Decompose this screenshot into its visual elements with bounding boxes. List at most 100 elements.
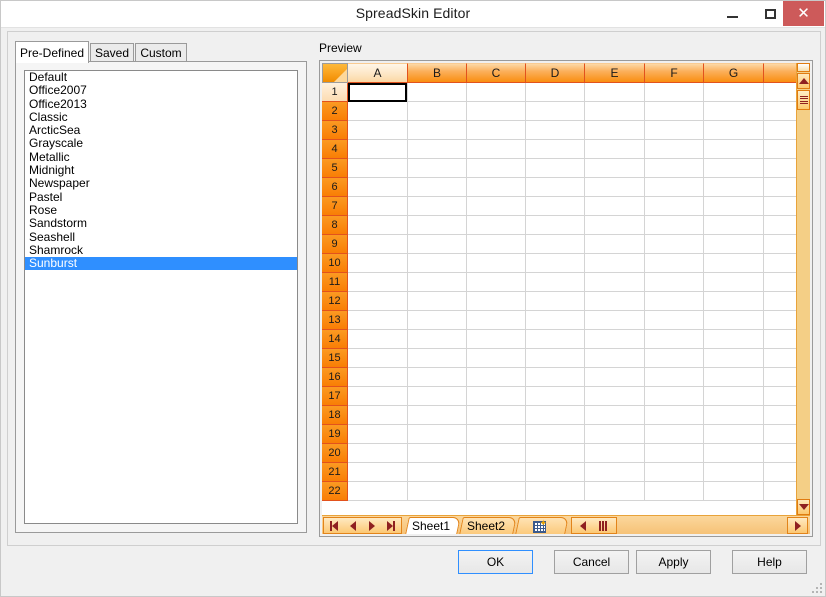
row-header[interactable]: 17	[322, 387, 348, 406]
column-header[interactable]: C	[467, 63, 526, 83]
grid-cell[interactable]	[764, 216, 798, 235]
grid-cell[interactable]	[526, 235, 585, 254]
grid-cell[interactable]	[526, 482, 585, 501]
row-header[interactable]: 12	[322, 292, 348, 311]
grid-cell[interactable]	[348, 102, 408, 121]
grid-cell[interactable]	[467, 102, 526, 121]
grid-cell[interactable]	[467, 463, 526, 482]
grid-cell[interactable]	[704, 83, 764, 102]
grid-cell[interactable]	[467, 425, 526, 444]
grid-cell[interactable]	[645, 330, 704, 349]
grid-cell[interactable]	[645, 292, 704, 311]
grid-cell[interactable]	[408, 102, 467, 121]
grid-cell[interactable]	[764, 387, 798, 406]
row-header[interactable]: 18	[322, 406, 348, 425]
grid-cell[interactable]	[467, 83, 526, 102]
grid-cell[interactable]	[526, 102, 585, 121]
grid-cell[interactable]	[408, 216, 467, 235]
grid-cell[interactable]	[704, 159, 764, 178]
grid-cell[interactable]	[764, 178, 798, 197]
grid-cell[interactable]	[645, 368, 704, 387]
grid-cell[interactable]	[764, 406, 798, 425]
grid-cell[interactable]	[348, 444, 408, 463]
grid-cell[interactable]	[645, 102, 704, 121]
grid-cell[interactable]	[348, 292, 408, 311]
list-item[interactable]: Office2007	[25, 84, 297, 97]
first-sheet-button[interactable]	[324, 518, 343, 533]
grid-cell[interactable]	[764, 83, 798, 102]
grid-cell[interactable]	[585, 83, 645, 102]
grid-cell[interactable]	[645, 254, 704, 273]
tab-saved[interactable]: Saved	[90, 43, 134, 62]
grid-cell[interactable]	[348, 197, 408, 216]
row-header[interactable]: 6	[322, 178, 348, 197]
grid-cell[interactable]	[704, 140, 764, 159]
row-header[interactable]: 19	[322, 425, 348, 444]
column-header[interactable]: D	[526, 63, 585, 83]
list-item[interactable]: Rose	[25, 204, 297, 217]
grid-cell[interactable]	[348, 235, 408, 254]
column-split-button[interactable]	[593, 518, 614, 533]
grid-cell[interactable]	[585, 349, 645, 368]
grid-cell[interactable]	[348, 368, 408, 387]
column-header[interactable]: F	[645, 63, 704, 83]
grid-cell[interactable]	[585, 482, 645, 501]
grid-cell[interactable]	[585, 292, 645, 311]
grid-cell[interactable]	[526, 83, 585, 102]
grid-cell[interactable]	[645, 406, 704, 425]
grid-cell[interactable]	[467, 444, 526, 463]
grid-cell[interactable]	[585, 425, 645, 444]
resize-grip[interactable]	[810, 581, 822, 593]
grid-cell[interactable]	[348, 425, 408, 444]
grid-cell[interactable]	[645, 311, 704, 330]
grid-cell[interactable]	[526, 463, 585, 482]
grid-cell[interactable]	[764, 463, 798, 482]
grid-cell[interactable]	[645, 235, 704, 254]
grid-cell[interactable]	[585, 254, 645, 273]
minimize-button[interactable]	[713, 1, 751, 26]
grid-cell[interactable]	[585, 330, 645, 349]
grid-cell[interactable]	[467, 406, 526, 425]
list-item[interactable]: Newspaper	[25, 177, 297, 190]
grid-cell[interactable]	[467, 292, 526, 311]
row-header[interactable]: 13	[322, 311, 348, 330]
grid-cell[interactable]	[645, 463, 704, 482]
list-item[interactable]: Midnight	[25, 164, 297, 177]
grid-cell[interactable]	[526, 406, 585, 425]
grid-cell[interactable]	[585, 235, 645, 254]
grid-cell[interactable]	[585, 444, 645, 463]
grid-cell[interactable]	[348, 387, 408, 406]
grid-cell[interactable]	[704, 102, 764, 121]
help-button[interactable]: Help	[732, 550, 807, 574]
list-item[interactable]: Default	[25, 71, 297, 84]
grid-cell[interactable]	[704, 444, 764, 463]
grid-cell[interactable]	[348, 178, 408, 197]
row-header[interactable]: 1	[322, 83, 348, 102]
grid-cell[interactable]	[408, 425, 467, 444]
grid-cell[interactable]	[408, 387, 467, 406]
row-header[interactable]: 11	[322, 273, 348, 292]
grid-cell[interactable]	[467, 387, 526, 406]
grid-cell[interactable]	[764, 368, 798, 387]
grid-cell[interactable]	[764, 159, 798, 178]
apply-button[interactable]: Apply	[636, 550, 711, 574]
grid-cell[interactable]	[408, 368, 467, 387]
previous-sheet-button[interactable]	[343, 518, 362, 533]
grid-cell[interactable]	[704, 121, 764, 140]
grid-cell[interactable]	[526, 311, 585, 330]
grid-cell[interactable]	[526, 387, 585, 406]
row-header[interactable]: 15	[322, 349, 348, 368]
grid-cell[interactable]	[408, 406, 467, 425]
grid-cell[interactable]	[764, 444, 798, 463]
grid-cell[interactable]	[408, 197, 467, 216]
sheet-tab-sheet2[interactable]: Sheet2	[459, 517, 513, 534]
grid-cell[interactable]	[526, 368, 585, 387]
row-header[interactable]: 14	[322, 330, 348, 349]
row-header[interactable]: 21	[322, 463, 348, 482]
grid-cell[interactable]	[526, 330, 585, 349]
grid-cell[interactable]	[348, 216, 408, 235]
grid-cell[interactable]	[764, 349, 798, 368]
grid-cell[interactable]	[467, 178, 526, 197]
grid-cell[interactable]	[764, 254, 798, 273]
row-header[interactable]: 2	[322, 102, 348, 121]
